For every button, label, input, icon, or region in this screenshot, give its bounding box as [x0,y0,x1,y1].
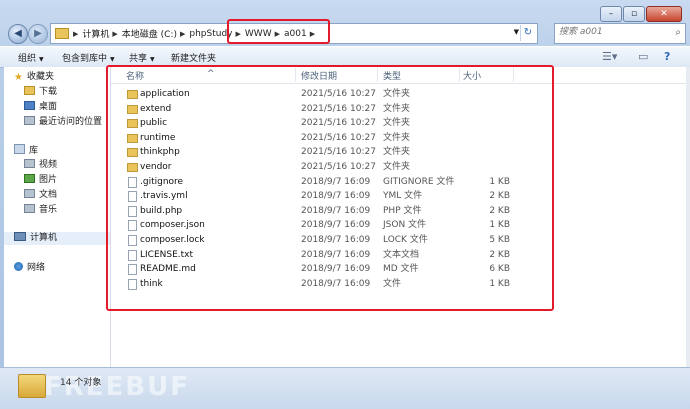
pictures-library-icon [24,174,35,183]
include-library-button[interactable]: 包含到库中 ▼ [62,51,115,64]
chevron-down-icon: ▼ [150,56,155,63]
desktop-icon [24,101,35,110]
large-folder-icon [18,374,46,398]
view-options-icon[interactable]: ☰▾ [602,50,617,63]
sidebar-item-network[interactable]: 网络 [14,262,45,275]
video-library-icon [24,159,35,168]
caption-buttons: – ▫ ✕ [599,6,682,22]
sidebar-item-label: 下载 [39,87,58,97]
computer-icon [14,232,26,241]
details-pane: FREEBUF 14 个对象 [0,367,690,409]
sidebar-item-computer[interactable]: 计算机 [4,232,110,245]
refresh-button[interactable]: ↻ [520,25,535,41]
search-input[interactable] [555,24,671,40]
minimize-icon: – [608,9,614,19]
sidebar-item-label: 库 [29,146,39,156]
chevron-down-icon: ▼ [39,56,44,63]
new-folder-button[interactable]: 新建文件夹 [171,51,216,64]
forward-arrow-icon: ▶ [34,28,42,39]
include-library-label: 包含到库中 [62,54,108,64]
maximize-icon: ▫ [630,9,638,19]
address-highlight-box [227,19,330,44]
help-icon[interactable]: ? [664,50,670,63]
sidebar-item-music[interactable]: 音乐 [24,204,57,217]
sidebar-item-label: 网络 [27,263,46,273]
search-icon[interactable]: ⌕ [675,27,681,38]
breadcrumb-computer[interactable]: 计算机 [82,27,109,40]
share-label: 共享 [129,54,148,64]
sidebar-item-videos[interactable]: 视频 [24,159,57,172]
star-icon: ★ [14,72,23,83]
search-box[interactable]: ⌕ [554,23,686,44]
sidebar-item-label: 桌面 [39,102,58,112]
sidebar-item-label: 最近访问的位置 [39,117,103,127]
close-button[interactable]: ✕ [646,6,682,22]
organize-button[interactable]: 组织 ▼ [18,51,44,64]
preview-pane-icon[interactable]: ▭ [638,50,648,63]
sidebar-item-favorites[interactable]: ★ 收藏夹 [14,71,54,84]
back-arrow-icon: ◀ [14,28,22,39]
item-count: 14 个对象 [60,378,102,388]
recent-places-icon [24,116,35,125]
sidebar-item-label: 音乐 [39,205,58,215]
organize-label: 组织 [18,54,37,64]
minimize-button[interactable]: – [600,6,622,22]
navigation-pane: ★ 收藏夹 下载 桌面 最近访问的位置 库 视频 图片 文档 音乐 计算机 网络 [4,67,111,367]
forward-button[interactable]: ▶ [28,24,48,44]
back-button[interactable]: ◀ [8,24,28,44]
explorer-window: – ▫ ✕ ◀ ▶ ▶ 计算机 ▶ 本地磁盘 (C:) ▶ phpStudy ▶… [0,0,690,409]
sidebar-item-label: 文档 [39,190,58,200]
network-icon [14,262,23,271]
breadcrumb-separator-icon: ▶ [73,29,79,38]
vertical-scrollbar[interactable] [686,67,690,367]
breadcrumb-separator-icon: ▶ [112,29,118,38]
sidebar-item-pictures[interactable]: 图片 [24,174,57,187]
sidebar-item-recent[interactable]: 最近访问的位置 [24,116,102,129]
breadcrumb-local-disk[interactable]: 本地磁盘 (C:) [122,27,177,40]
sidebar-item-libraries[interactable]: 库 [14,144,38,157]
sidebar-item-desktop[interactable]: 桌面 [24,101,57,114]
maximize-button[interactable]: ▫ [623,6,645,22]
sidebar-item-label: 视频 [39,160,58,170]
share-button[interactable]: 共享 ▼ [129,51,155,64]
sidebar-item-label: 收藏夹 [26,72,54,82]
downloads-folder-icon [24,86,35,95]
sidebar-item-documents[interactable]: 文档 [24,189,57,202]
music-library-icon [24,204,35,213]
close-icon: ✕ [660,9,668,19]
chevron-down-icon: ▼ [110,56,115,63]
breadcrumb-separator-icon: ▶ [180,29,186,38]
folder-icon [55,28,69,39]
sidebar-item-label: 图片 [39,175,58,185]
library-icon [14,144,25,154]
navigation-row: ◀ ▶ ▶ 计算机 ▶ 本地磁盘 (C:) ▶ phpStudy ▶ WWW ▶… [4,22,686,44]
address-history-dropdown-icon[interactable]: ▼ [514,28,519,36]
sidebar-item-label: 计算机 [30,233,58,243]
file-list-highlight-box [106,65,554,311]
documents-library-icon [24,189,35,198]
sidebar-item-downloads[interactable]: 下载 [24,86,57,99]
